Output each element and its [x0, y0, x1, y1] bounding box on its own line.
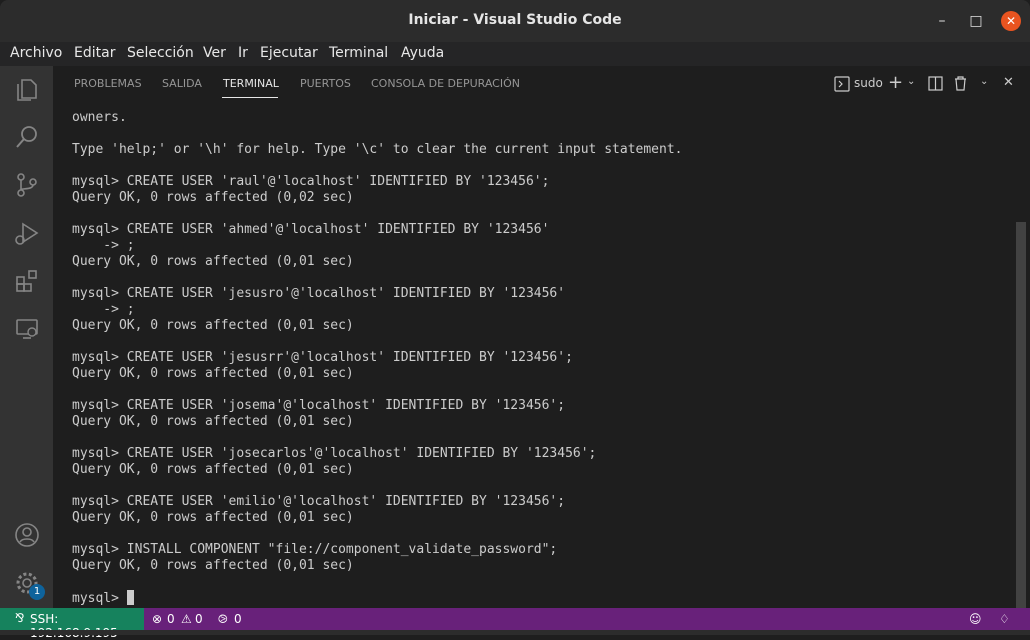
terminal-line: -> ; [72, 238, 135, 253]
terminal-line: Query OK, 0 rows affected (0,01 sec) [72, 462, 354, 477]
terminal-line: mysql> CREATE USER 'jesusro'@'localhost'… [72, 286, 566, 301]
feedback-icon[interactable]: ☺ [969, 612, 982, 626]
tab-problemas[interactable]: PROBLEMAS [74, 77, 142, 90]
run-debug-icon[interactable] [14, 220, 40, 246]
activity-bar: 1 [0, 66, 53, 608]
menu-archivo[interactable]: Archivo [10, 45, 62, 61]
menu-ver[interactable]: Ver [203, 45, 226, 61]
active-tab-indicator [222, 97, 278, 98]
terminal-line: owners. [72, 110, 127, 125]
tab-puertos[interactable]: PUERTOS [300, 77, 351, 90]
remote-explorer-icon[interactable] [14, 316, 40, 342]
error-count[interactable]: 0 [167, 612, 175, 626]
tab-consola-depuracion[interactable]: CONSOLA DE DEPURACIÓN [371, 77, 520, 90]
terminal-scrollbar[interactable] [1016, 222, 1026, 608]
panel-header: PROBLEMAS SALIDA TERMINAL PUERTOS CONSOL… [53, 66, 1030, 102]
terminal-line: Query OK, 0 rows affected (0,01 sec) [72, 510, 354, 525]
trash-icon[interactable] [953, 76, 968, 91]
split-terminal-icon[interactable] [928, 76, 943, 91]
terminal-line: mysql> CREATE USER 'jesusrr'@'localhost'… [72, 350, 573, 365]
explorer-icon[interactable] [14, 76, 40, 102]
remote-icon: ⅋ [15, 611, 25, 625]
terminal-line: Query OK, 0 rows affected (0,01 sec) [72, 558, 354, 573]
search-icon[interactable] [14, 124, 40, 150]
warning-count[interactable]: 0 [195, 612, 203, 626]
title-bar: Iniciar - Visual Studio Code – □ ✕ [0, 0, 1030, 42]
notifications-bell-icon[interactable]: ♢ [999, 612, 1010, 626]
menu-ayuda[interactable]: Ayuda [401, 45, 444, 61]
menu-ejecutar[interactable]: Ejecutar [260, 45, 318, 61]
maximize-button[interactable]: □ [966, 11, 986, 31]
warning-icon[interactable]: ⚠ [181, 612, 192, 626]
menu-terminal[interactable]: Terminal [329, 45, 388, 61]
error-icon[interactable]: ⊗ [152, 612, 162, 626]
panel-more-chevron-icon[interactable]: ⌄ [980, 76, 988, 87]
remote-label: SSH: 192.168.9.195 [30, 612, 118, 640]
extensions-icon[interactable] [14, 268, 40, 294]
menu-seleccion[interactable]: Selección [127, 45, 194, 61]
terminal-line: Query OK, 0 rows affected (0,01 sec) [72, 414, 354, 429]
terminal-line: Query OK, 0 rows affected (0,02 sec) [72, 190, 354, 205]
terminal-line: -> ; [72, 302, 135, 317]
accounts-icon[interactable] [14, 522, 40, 548]
menu-ir[interactable]: Ir [238, 45, 248, 61]
terminal-line: Query OK, 0 rows affected (0,01 sec) [72, 254, 354, 269]
terminal-line: mysql> CREATE USER 'raul'@'localhost' ID… [72, 174, 550, 189]
terminal-line: Query OK, 0 rows affected (0,01 sec) [72, 366, 354, 381]
terminal-cursor [126, 590, 134, 605]
settings-badge: 1 [29, 584, 45, 600]
window-bottom-edge [0, 630, 1030, 635]
terminal-prompt: mysql> [72, 591, 127, 606]
terminal-line: mysql> CREATE USER 'ahmed'@'localhost' I… [72, 222, 550, 237]
close-panel-icon[interactable]: ✕ [1003, 75, 1014, 90]
terminal-line: Type 'help;' or '\h' for help. Type '\c'… [72, 142, 683, 157]
close-button[interactable]: ✕ [1001, 11, 1021, 31]
new-terminal-icon[interactable]: + [888, 72, 903, 93]
minimize-button[interactable]: – [932, 11, 952, 31]
menu-editar[interactable]: Editar [74, 45, 115, 61]
status-bar: ⅋ SSH: 192.168.9.195 ⊗ 0 ⚠ 0 ⧁ 0 ☺ ♢ [0, 608, 1030, 640]
terminal-output[interactable]: owners. Type 'help;' or '\h' for help. Ty… [72, 110, 1022, 606]
terminal-line: mysql> INSTALL COMPONENT "file://compone… [72, 542, 558, 557]
ports-icon[interactable]: ⧁ [218, 612, 228, 627]
chevron-down-icon[interactable]: ⌄ [907, 76, 915, 87]
terminal-prompt-line[interactable]: mysql> [72, 590, 1022, 606]
window-title: Iniciar - Visual Studio Code [408, 12, 622, 28]
terminal-line: mysql> CREATE USER 'emilio'@'localhost' … [72, 494, 566, 509]
terminal-line: Query OK, 0 rows affected (0,01 sec) [72, 318, 354, 333]
menu-bar: Archivo Editar Selección Ver Ir Ejecutar… [0, 42, 1030, 66]
terminal-name[interactable]: sudo [854, 76, 883, 90]
tab-salida[interactable]: SALIDA [162, 77, 202, 90]
terminal-line: mysql> CREATE USER 'josema'@'localhost' … [72, 398, 566, 413]
ports-count[interactable]: 0 [234, 612, 242, 626]
terminal-icon [834, 76, 850, 92]
source-control-icon[interactable] [14, 172, 40, 198]
tab-terminal[interactable]: TERMINAL [223, 77, 279, 90]
terminal-line: mysql> CREATE USER 'josecarlos'@'localho… [72, 446, 597, 461]
remote-indicator[interactable]: ⅋ SSH: 192.168.9.195 [0, 608, 144, 640]
